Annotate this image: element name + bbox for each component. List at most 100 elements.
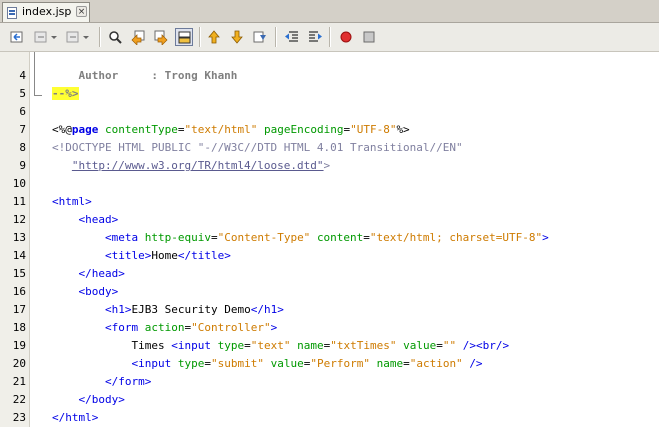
code-token: <head>	[78, 213, 119, 226]
toolbar-separator	[99, 27, 101, 47]
line-number: 11	[12, 195, 26, 208]
code-token: "text/html"	[184, 123, 258, 136]
code-line[interactable]: Author : Trong Khanh	[52, 69, 237, 82]
back-dropdown-button[interactable]	[32, 28, 60, 46]
line-number: 23	[12, 411, 26, 424]
find-next-button[interactable]	[152, 28, 170, 46]
shift-line-left-button[interactable]	[283, 28, 301, 46]
code-line[interactable]: <meta http-equiv="Content-Type" content=…	[52, 231, 549, 244]
code-token: =	[244, 339, 251, 352]
code-token: <h1>	[104, 303, 132, 316]
code-line[interactable]: <head>	[52, 213, 119, 226]
code-token: "text"	[250, 339, 291, 352]
code-token: "http://www.w3.org/TR/html4/loose.dtd"	[71, 159, 324, 172]
code-line[interactable]: </head>	[52, 267, 125, 280]
last-edit-button[interactable]	[8, 28, 26, 46]
code-line[interactable]: Times <input type="text" name="txtTimes"…	[52, 339, 509, 352]
shift-line-right-button[interactable]	[306, 28, 324, 46]
code-token: =	[363, 231, 370, 244]
code-token: %>	[396, 123, 410, 136]
code-token: --%>	[52, 87, 79, 100]
toggle-bookmark-button[interactable]	[251, 28, 269, 46]
close-tab-icon[interactable]: ×	[76, 6, 87, 17]
toolbar-separator	[275, 27, 277, 47]
line-number: 8	[19, 141, 26, 154]
code-token: ""	[442, 339, 457, 352]
code-token: <body>	[78, 285, 119, 298]
find-button[interactable]	[106, 28, 124, 46]
line-number: 15	[12, 267, 26, 280]
code-token: <title>	[104, 249, 152, 262]
line-number-gutter: 4 5 6 7 8 9 10 11 12 13 14 15 16 17 18 19 20 21 22 23	[0, 52, 30, 427]
code-token: "Controller"	[191, 321, 271, 334]
code-token: page	[71, 123, 99, 136]
line-number: 5	[19, 87, 26, 100]
code-token: contentType	[105, 123, 178, 136]
code-line[interactable]: <title>Home</title>	[52, 249, 231, 262]
next-bookmark-button[interactable]	[228, 28, 246, 46]
code-token: <input	[131, 357, 172, 370]
code-token: =	[210, 231, 218, 244]
code-line[interactable]: --%>	[52, 87, 79, 100]
line-number: 18	[12, 321, 26, 334]
line-number: 9	[19, 159, 26, 172]
code-line[interactable]: <!DOCTYPE HTML PUBLIC "-//W3C//DTD HTML …	[52, 141, 463, 154]
start-macro-recording-button[interactable]	[337, 28, 355, 46]
code-line[interactable]: </body>	[52, 393, 125, 406]
stop-macro-recording-button[interactable]	[360, 28, 378, 46]
code-token: "submit"	[210, 357, 264, 370]
code-line[interactable]: </form>	[52, 375, 151, 388]
code-token: >	[270, 321, 278, 334]
fold-guide	[34, 52, 35, 95]
code-line[interactable]: <html>	[52, 195, 92, 208]
code-token: =	[403, 357, 410, 370]
code-token: >	[323, 159, 331, 172]
toolbar-separator	[199, 27, 201, 47]
code-token: <html>	[52, 195, 92, 208]
line-number: 20	[12, 357, 26, 370]
line-number: 4	[19, 69, 26, 82]
line-number: 12	[12, 213, 26, 226]
code-token: <meta	[104, 231, 139, 244]
code-token: value	[270, 357, 304, 370]
tab-index-jsp[interactable]: index.jsp ×	[2, 2, 90, 22]
code-token: http-equiv	[144, 231, 211, 244]
code-line[interactable]: <form action="Controller">	[52, 321, 277, 334]
code-token: <input	[171, 339, 211, 352]
code-token: />	[462, 339, 476, 352]
code-line[interactable]: <body>	[52, 285, 119, 298]
code-line[interactable]: "http://www.w3.org/TR/html4/loose.dtd">	[52, 159, 330, 172]
line-number: 7	[19, 123, 26, 136]
code-token: =	[436, 339, 443, 352]
code-editor[interactable]: 4 5 6 7 8 9 10 11 12 13 14 15 16 17 18 19 20 21 22 23 Autho…	[0, 52, 659, 427]
code-line[interactable]: <h1>EJB3 Security Demo</h1>	[52, 303, 284, 316]
code-line[interactable]: <%@page contentType="text/html" pageEnco…	[52, 123, 410, 136]
previous-bookmark-button[interactable]	[205, 28, 223, 46]
line-number: 17	[12, 303, 26, 316]
toggle-highlight-search-button[interactable]	[175, 28, 193, 46]
code-line[interactable]: </html>	[52, 411, 98, 424]
code-token: content	[316, 231, 364, 244]
jsp-file-icon	[7, 7, 17, 19]
code-line[interactable]: <input type="submit" value="Perform" nam…	[52, 357, 482, 370]
line-number: 19	[12, 339, 26, 352]
code-token: "UTF-8"	[350, 123, 397, 136]
line-number: 14	[12, 249, 26, 262]
find-previous-button[interactable]	[129, 28, 147, 46]
forward-dropdown-button[interactable]	[64, 28, 92, 46]
line-number: 16	[12, 285, 26, 298]
